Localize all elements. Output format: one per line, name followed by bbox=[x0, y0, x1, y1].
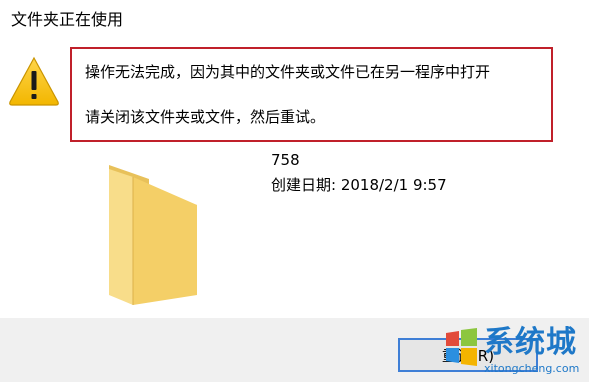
windows-logo-icon bbox=[446, 328, 477, 366]
error-message-line-1: 操作无法完成，因为其中的文件夹或文件已在另一程序中打开 bbox=[85, 63, 491, 81]
watermark-url: xitongcheng.com bbox=[484, 362, 580, 375]
error-message-box: 操作无法完成，因为其中的文件夹或文件已在另一程序中打开 请关闭该文件夹或文件，然… bbox=[70, 47, 553, 142]
file-name: 758 bbox=[271, 151, 300, 169]
title-bar: 文件夹正在使用 bbox=[0, 0, 589, 40]
warning-icon bbox=[9, 56, 59, 106]
watermark-brand: 系统城 bbox=[484, 325, 577, 360]
file-created-date: 创建日期: 2018/2/1 9:57 bbox=[271, 176, 447, 194]
watermark: 系统城 xitongcheng.com bbox=[432, 322, 589, 382]
dialog-title: 文件夹正在使用 bbox=[11, 10, 124, 29]
error-message-line-2: 请关闭该文件夹或文件，然后重试。 bbox=[85, 108, 326, 126]
folder-in-use-dialog: 文件夹正在使用 操作无法完成，因为其中的文件夹或文件已在另一程序中打开 请关闭该… bbox=[0, 0, 589, 382]
folder-icon bbox=[109, 165, 197, 305]
